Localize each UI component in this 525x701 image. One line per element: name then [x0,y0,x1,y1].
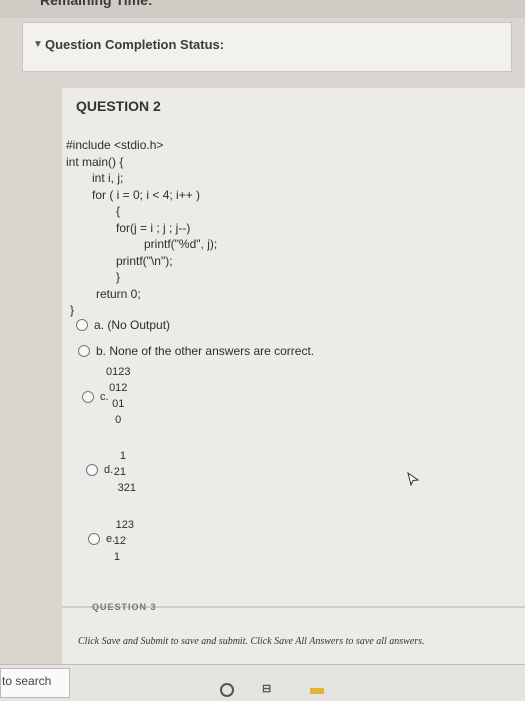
code-line: #include <stdio.h> [66,138,164,152]
output-line: 012 [109,382,128,394]
option-e-output: 123 12 1 [108,517,134,565]
code-line: printf("%d", j); [144,237,218,251]
code-line: { [116,204,121,218]
option-a[interactable]: a. (No Output) [76,318,170,332]
mouse-cursor-icon [407,472,420,486]
output-line: 0123 [106,366,131,378]
option-b-text: None of the other answers are correct. [109,344,315,358]
option-c[interactable]: c. [82,391,109,403]
chevron-down-icon[interactable]: ▼ [33,39,43,50]
radio-d[interactable] [86,464,98,476]
task-view-icon[interactable]: ⊟ [262,682,271,695]
radio-e[interactable] [88,533,100,545]
code-line: for ( i = 0; i < 4; i++ ) [92,187,201,202]
option-d-output: 1 21 321 [108,448,136,496]
option-b[interactable]: b. None of the other answers are correct… [78,344,314,358]
code-line: int i, j; [92,171,124,185]
output-line: 123 [115,519,134,531]
option-a-letter: a. [94,318,105,332]
output-line: 12 [113,535,126,547]
top-strip: Remaining Time: [0,0,525,18]
cortana-icon[interactable] [220,683,234,697]
taskbar-search-text: to search [2,674,52,688]
next-question-label: QUESTION 3 [92,602,157,612]
option-b-letter: b. [96,344,107,358]
code-block: #include <stdio.h> int main() { int i, j… [66,137,217,319]
output-line: 0 [115,414,122,426]
remaining-time-label: Remaining Time: [40,0,153,8]
output-line: 321 [117,482,136,494]
radio-b[interactable] [78,345,90,357]
radio-a[interactable] [76,319,88,331]
output-line: 01 [112,398,125,410]
completion-status-label: Question Completion Status: [45,37,225,52]
option-a-text: (No Output) [107,318,171,332]
radio-c[interactable] [82,391,94,403]
question-title: QUESTION 2 [76,98,161,114]
code-line: for(j = i ; j ; j--) [116,220,191,235]
code-line: return 0; [96,286,141,301]
output-line: 1 [119,450,126,462]
code-line: printf("\n"); [116,253,173,268]
output-line: 1 [113,551,120,563]
submit-instructions: Click Save and Submit to save and submit… [78,636,425,647]
code-line: } [116,270,121,284]
code-line: int main() { [66,154,124,169]
option-c-output: 0123 012 01 0 [106,364,130,428]
code-line: } [70,303,75,317]
status-panel[interactable]: ▼ Question Completion Status: [22,22,512,72]
output-line: 21 [113,466,126,478]
file-explorer-icon[interactable] [310,688,324,694]
